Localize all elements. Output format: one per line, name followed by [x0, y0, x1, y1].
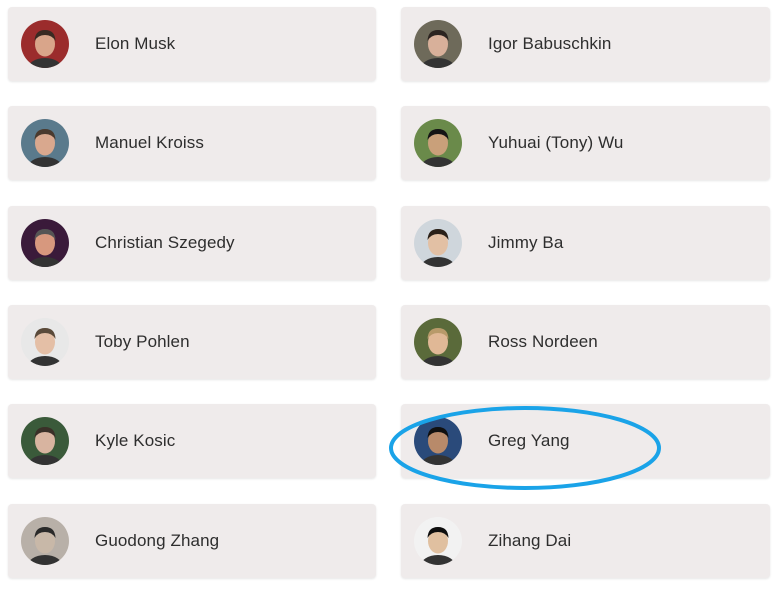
member-card-guodong-zhang[interactable]: Guodong Zhang [8, 504, 376, 578]
member-name: Greg Yang [488, 431, 570, 450]
zihang-dai-avatar [414, 517, 462, 565]
member-name: Manuel Kroiss [95, 133, 205, 152]
member-card-ross-nordeen[interactable]: Ross Nordeen [401, 305, 770, 379]
member-card-christian-szegedy[interactable]: Christian Szegedy [8, 206, 376, 280]
member-card-toby-pohlen[interactable]: Toby Pohlen [8, 305, 376, 379]
member-name: Christian Szegedy [95, 233, 235, 252]
member-name: Elon Musk [95, 34, 176, 53]
guodong-zhang-avatar [21, 517, 69, 565]
member-card-jimmy-ba[interactable]: Jimmy Ba [401, 206, 770, 280]
member-name: Igor Babuschkin [488, 34, 612, 53]
elon-musk-avatar [21, 20, 69, 68]
member-card-kyle-kosic[interactable]: Kyle Kosic [8, 404, 376, 478]
member-name: Yuhuai (Tony) Wu [488, 133, 624, 152]
member-card-zihang-dai[interactable]: Zihang Dai [401, 504, 770, 578]
igor-babuschkin-avatar [414, 20, 462, 68]
ross-nordeen-avatar [414, 318, 462, 366]
member-name: Ross Nordeen [488, 332, 598, 351]
member-card-igor-babuschkin[interactable]: Igor Babuschkin [401, 7, 770, 81]
member-name: Kyle Kosic [95, 431, 176, 450]
team-grid: Elon Musk Igor Babuschkin Manuel Kroiss Yuh… [0, 0, 783, 591]
jimmy-ba-avatar [414, 219, 462, 267]
member-name: Jimmy Ba [488, 233, 564, 252]
greg-yang-avatar [414, 417, 462, 465]
kyle-kosic-avatar [21, 417, 69, 465]
member-name: Guodong Zhang [95, 531, 220, 550]
member-card-manuel-kroiss[interactable]: Manuel Kroiss [8, 106, 376, 180]
member-name: Toby Pohlen [95, 332, 190, 351]
member-card-yuhuai-tony-wu[interactable]: Yuhuai (Tony) Wu [401, 106, 770, 180]
member-name: Zihang Dai [488, 531, 572, 550]
christian-szegedy-avatar [21, 219, 69, 267]
toby-pohlen-avatar [21, 318, 69, 366]
member-card-greg-yang[interactable]: Greg Yang [401, 404, 770, 478]
member-card-elon-musk[interactable]: Elon Musk [8, 7, 376, 81]
manuel-kroiss-avatar [21, 119, 69, 167]
yuhuai-tony-wu-avatar [414, 119, 462, 167]
